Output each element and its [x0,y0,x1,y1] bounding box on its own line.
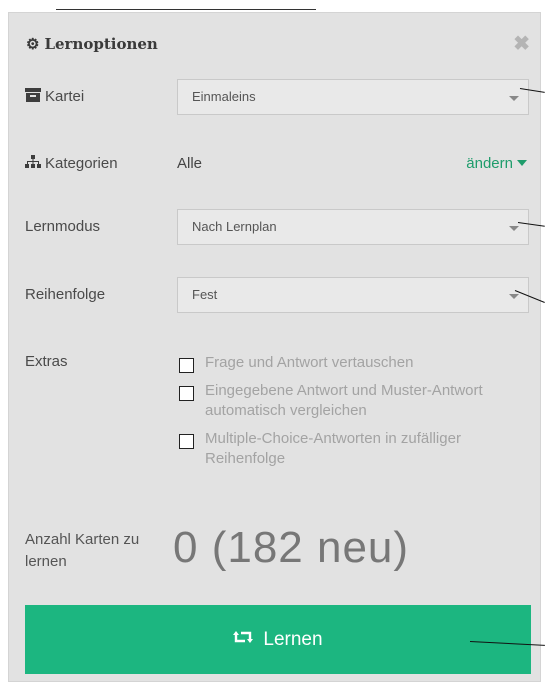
retweet-icon [233,630,254,649]
top-edge [0,0,545,12]
reihenfolge-select[interactable]: Fest [177,277,529,313]
kartei-label: Kartei [25,88,84,106]
extras-option-random-mc[interactable]: Multiple-Choice-Antworten in zufälliger … [177,429,537,469]
kartei-select-value: Einmaleins [192,89,256,104]
checkbox[interactable] [179,386,194,401]
panel-title-text: Lernoptionen [44,35,158,53]
extras-option-swap[interactable]: Frage und Antwort vertauschen [177,353,537,373]
kartei-select[interactable]: Einmaleins [177,79,529,115]
chevron-down-icon [509,96,519,101]
kategorien-value: Alle [177,155,203,172]
lernmodus-label: Lernmodus [25,218,101,235]
extras-option-auto-compare[interactable]: Eingegebene Antwort und Muster-Antwort a… [177,381,537,421]
caret-down-icon [517,160,527,166]
panel-title: ⚙ Lernoptionen [26,35,158,53]
gear-icon: ⚙ [26,35,40,53]
learn-button[interactable]: Lernen [25,605,531,674]
extras-option-label: Eingegebene Antwort und Muster-Antwort a… [205,382,483,419]
checkbox[interactable] [179,358,194,373]
lernmodus-select[interactable]: Nach Lernplan [177,209,529,245]
card-count-value: 0 (182 neu) [173,523,410,572]
kartei-row: Kartei Einmaleins [9,79,540,117]
reihenfolge-label: Reihenfolge [25,286,106,303]
top-divider [56,9,316,10]
chevron-down-icon [509,226,519,231]
kartei-label-text: Kartei [45,88,85,105]
reihenfolge-select-value: Fest [192,287,218,302]
close-icon[interactable]: ✖ [513,31,530,56]
kategorien-label-text: Kategorien [45,155,118,172]
sitemap-icon [25,155,41,173]
panel-header: ⚙ Lernoptionen ✖ [9,13,540,71]
extras-option-label: Frage und Antwort vertauschen [205,354,414,371]
checkbox[interactable] [179,434,194,449]
reihenfolge-row: Reihenfolge Fest [9,277,540,315]
archive-icon [25,88,41,106]
kategorien-row: Kategorien Alle ändern [9,153,540,177]
kategorien-label: Kategorien [25,155,118,173]
change-categories-text: ändern [466,155,513,172]
learn-button-label: Lernen [263,628,323,650]
extras-options: Frage und Antwort vertauschen Eingegeben… [177,353,537,477]
chevron-down-icon [509,294,519,299]
lernmodus-select-value: Nach Lernplan [192,219,277,234]
card-count-label: Anzahl Karten zu lernen [25,531,140,570]
learn-options-panel: ⚙ Lernoptionen ✖ Kartei Einmaleins Katego… [8,12,541,682]
extras-label: Extras [25,353,68,370]
extras-option-label: Multiple-Choice-Antworten in zufälliger … [205,430,461,467]
change-categories-link[interactable]: ändern [466,155,527,172]
lernmodus-row: Lernmodus Nach Lernplan [9,209,540,247]
